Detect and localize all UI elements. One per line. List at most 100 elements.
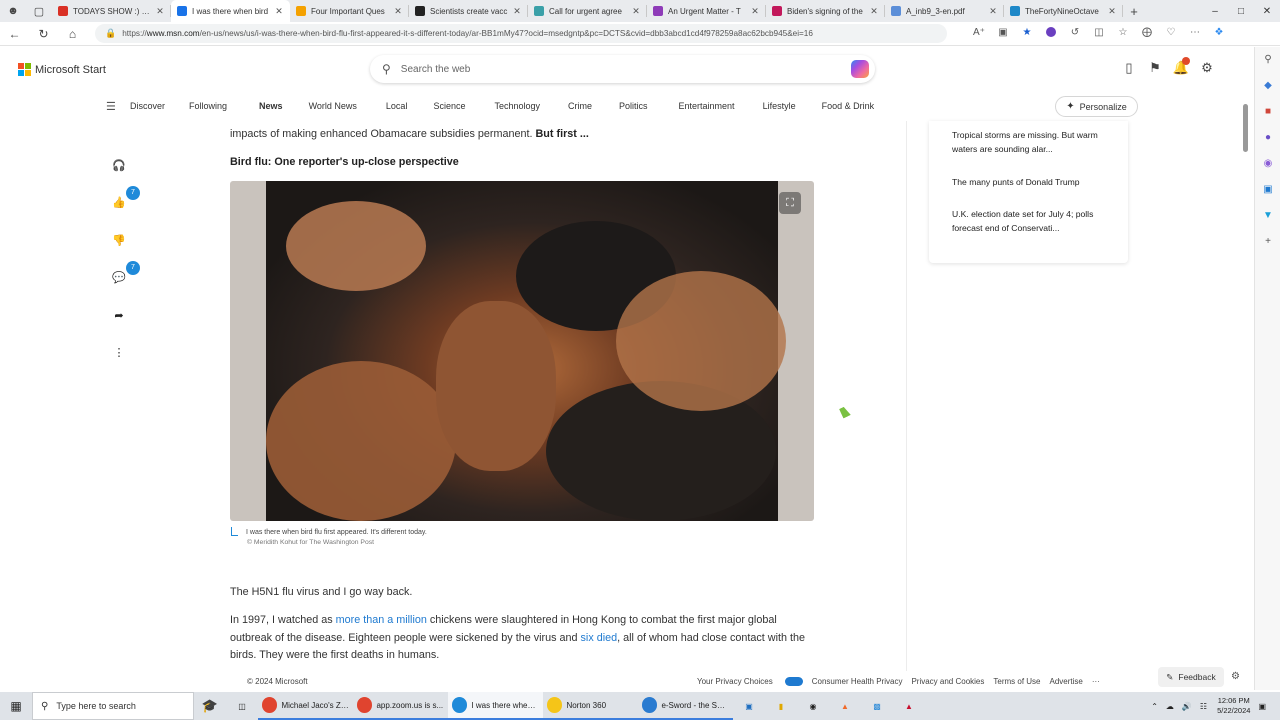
browser-tab[interactable]: An Urgent Matter - T ✕ [647, 0, 766, 22]
brave-icon[interactable]: ▲ [829, 692, 861, 720]
tab-close-icon[interactable]: ✕ [869, 6, 879, 17]
tray-chevron-icon[interactable]: ⌃ [1151, 702, 1158, 711]
tab-close-icon[interactable]: ✕ [750, 6, 760, 17]
rewards-icon[interactable]: ⚑ [1142, 60, 1168, 76]
hamburger-menu-icon[interactable]: ☰ [106, 100, 116, 113]
browser-tab[interactable]: A_inb9_3-en.pdf ✕ [885, 0, 1004, 22]
notifications-bell-icon[interactable]: 🔔 [1168, 57, 1194, 76]
footer-link-privacy-choices[interactable]: Your Privacy Choices [697, 677, 803, 687]
nav-item-news[interactable]: News [259, 101, 283, 111]
footer-link-advertise[interactable]: Advertise [1050, 677, 1083, 686]
related-story-1[interactable]: Tropical storms are missing. But warm wa… [952, 129, 1107, 156]
app-available-icon[interactable]: ▣ [991, 27, 1015, 40]
browser-tab[interactable]: Call for urgent agree ✕ [528, 0, 647, 22]
extension-icon[interactable] [1039, 27, 1063, 40]
profile-icon[interactable]: ☻ [0, 0, 26, 22]
outlook-icon[interactable]: ▣ [733, 692, 765, 720]
windows-start-icon[interactable]: ▦ [0, 699, 32, 713]
share-icon[interactable]: ➦ [104, 300, 134, 330]
notifications-icon[interactable]: ▣ [1258, 702, 1266, 711]
search-input[interactable] [400, 63, 821, 75]
web-search-box[interactable]: ⚲ [370, 55, 875, 83]
favorite-star-icon[interactable]: ★ [1015, 27, 1039, 40]
lock-icon[interactable]: 🔒 [105, 28, 116, 39]
footer-link-consumer-health[interactable]: Consumer Health Privacy [812, 677, 903, 686]
footer-more-icon[interactable]: ··· [1092, 677, 1100, 686]
paint-icon[interactable]: ▩ [861, 692, 893, 720]
read-aloud-icon[interactable]: A⁺ [967, 27, 991, 40]
sidebar-shopping-icon[interactable]: ◆ [1255, 73, 1280, 99]
copilot-icon[interactable] [851, 60, 869, 78]
close-window-button[interactable]: ✕ [1254, 0, 1280, 22]
feedback-button[interactable]: ✎ Feedback [1158, 667, 1224, 687]
sidebar-tools-icon[interactable]: ■ [1255, 99, 1280, 125]
expand-fullscreen-icon[interactable]: ⛶ [779, 192, 801, 214]
taskbar-search-box[interactable]: ⚲ Type here to search [32, 692, 194, 720]
dislike-thumbs-down-icon[interactable]: 👎 [104, 225, 134, 255]
nav-item-entertainment[interactable]: Entertainment [679, 101, 735, 111]
favorites-icon[interactable]: ☆ [1111, 27, 1135, 40]
more-menu-icon[interactable]: ⋯ [1183, 27, 1207, 40]
browser-tab[interactable]: TODAYS SHOW :) ZO ✕ [52, 0, 171, 22]
taskbar-app[interactable]: Norton 360 [543, 692, 638, 720]
taskbar-app[interactable]: I was there when ... [448, 692, 543, 720]
microsoft-start-logo[interactable]: Microsoft Start [18, 63, 106, 76]
refresh-icon[interactable]: ↻ [29, 27, 58, 41]
like-thumbs-up-icon[interactable]: 👍 7 [104, 185, 140, 218]
workspaces-icon[interactable]: ▢ [26, 0, 52, 22]
tab-close-icon[interactable]: ✕ [512, 6, 522, 17]
link-six-died[interactable]: six died [581, 632, 618, 644]
browser-essentials-icon[interactable]: ♡ [1159, 27, 1183, 40]
tray-volume-icon[interactable]: 🔊 [1182, 702, 1192, 711]
footer-settings-icon[interactable]: ⚙ [1231, 671, 1240, 682]
footer-link-terms[interactable]: Terms of Use [993, 677, 1040, 686]
mobile-app-icon[interactable]: ▯ [1116, 60, 1142, 76]
minimize-button[interactable]: – [1202, 0, 1228, 22]
nav-item-science[interactable]: Science [433, 101, 465, 111]
article-photo[interactable]: ⛶ [230, 181, 814, 521]
file-explorer-icon[interactable]: ▮ [765, 692, 797, 720]
taskbar-app[interactable]: e-Sword - the Sw... [638, 692, 733, 720]
nav-item-discover[interactable]: Discover [130, 101, 165, 111]
browser-tab[interactable]: Biden's signing of the ✕ [766, 0, 885, 22]
sidebar-office-icon[interactable]: ◉ [1255, 151, 1280, 177]
nav-item-politics[interactable]: Politics [619, 101, 648, 111]
personalize-button[interactable]: ✦ Personalize [1055, 96, 1138, 117]
comments-icon[interactable]: 💬 7 [104, 260, 140, 293]
nav-item-lifestyle[interactable]: Lifestyle [763, 101, 796, 111]
tab-close-icon[interactable]: ✕ [988, 6, 998, 17]
sync-icon[interactable]: ↺ [1063, 27, 1087, 40]
footer-link-privacy-cookies[interactable]: Privacy and Cookies [911, 677, 984, 686]
acrobat-icon[interactable]: ▲ [893, 692, 925, 720]
sidebar-games-icon[interactable]: ▼ [1255, 203, 1280, 229]
split-screen-icon[interactable]: ◫ [1087, 27, 1111, 40]
sidebar-search-icon[interactable]: ⚲ [1255, 47, 1280, 73]
nav-item-food-drink[interactable]: Food & Drink [822, 101, 875, 111]
more-options-icon[interactable]: ⋮ [104, 337, 134, 368]
nav-item-following[interactable]: Following [189, 101, 227, 111]
back-icon[interactable]: ← [0, 27, 29, 41]
related-story-3[interactable]: U.K. election date set for July 4; polls… [952, 208, 1107, 235]
task-view-icon[interactable]: ◫ [226, 692, 258, 720]
tray-wifi-icon[interactable]: ☷ [1200, 702, 1207, 711]
home-icon[interactable]: ⌂ [58, 27, 87, 41]
new-tab-button[interactable]: + [1123, 4, 1145, 19]
camera-icon[interactable]: ◉ [797, 692, 829, 720]
page-scrollbar[interactable] [1243, 104, 1248, 152]
maximize-button[interactable]: □ [1228, 0, 1254, 22]
taskbar-app[interactable]: app.zoom.us is s... [353, 692, 448, 720]
browser-tab[interactable]: TheFortyNineOctave ✕ [1004, 0, 1123, 22]
tab-close-icon[interactable]: ✕ [631, 6, 641, 17]
copilot-sidebar-icon[interactable]: ❖ [1207, 27, 1231, 40]
link-more-than-a-million[interactable]: more than a million [336, 614, 427, 626]
sidebar-add-icon[interactable]: + [1255, 229, 1280, 255]
settings-gear-icon[interactable]: ⚙ [1194, 60, 1220, 76]
tab-close-icon[interactable]: ✕ [274, 6, 284, 17]
listen-headphones-icon[interactable]: 🎧 [104, 150, 134, 180]
collections-icon[interactable]: ⨁ [1135, 27, 1159, 40]
sidebar-outlook-icon[interactable]: ▣ [1255, 177, 1280, 203]
nav-item-local[interactable]: Local [386, 101, 408, 111]
nav-item-technology[interactable]: Technology [494, 101, 540, 111]
tab-close-icon[interactable]: ✕ [155, 6, 165, 17]
nav-item-crime[interactable]: Crime [568, 101, 592, 111]
